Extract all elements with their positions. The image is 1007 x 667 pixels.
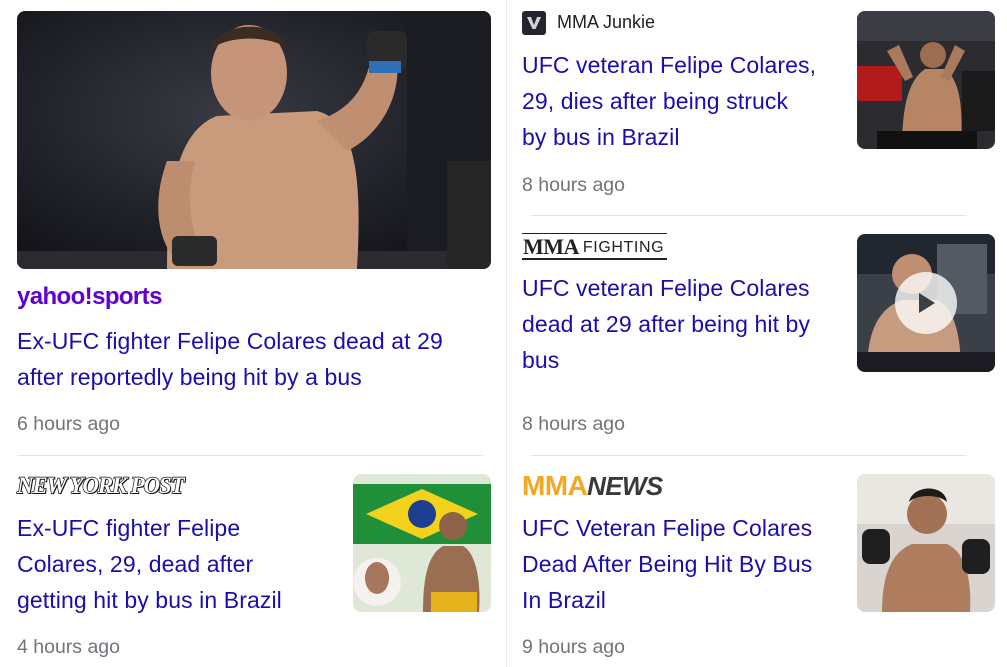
news-card-yahoo-sports[interactable]: yahoo!sports Ex-UFC fighter Felipe Colar…	[0, 0, 506, 455]
logo-text-mma: MMA	[523, 234, 579, 259]
play-button[interactable]	[895, 272, 957, 334]
source-logo-mma-news: MMANEWS	[522, 470, 663, 502]
source-name: MMA Junkie	[557, 12, 656, 32]
headline-line: Colares, 29, dead after	[17, 551, 254, 577]
play-icon	[919, 293, 935, 313]
article-thumbnail[interactable]	[353, 474, 491, 612]
logo-text-news: NEWS	[587, 471, 663, 501]
headline-line: after reportedly being hit by a bus	[17, 364, 362, 390]
article-image-fighter[interactable]	[17, 11, 491, 269]
source-logo-yahoo-sports: yahoo!sports	[17, 283, 162, 310]
headline-line: UFC Veteran Felipe Colares	[522, 515, 813, 541]
logo-text-mma: MMA	[522, 470, 588, 501]
headline[interactable]: UFC Veteran Felipe Colares Dead After Be…	[522, 510, 842, 618]
logo-text-fighting: FIGHTING	[582, 239, 665, 256]
timestamp: 8 hours ago	[522, 413, 625, 435]
headline-line: UFC veteran Felipe Colares	[522, 275, 810, 301]
timestamp: 6 hours ago	[17, 413, 120, 435]
headline[interactable]: Ex-UFC fighter Felipe Colares, 29, dead …	[17, 510, 337, 618]
source-logo-mma-fighting: MMA FIGHTING	[522, 233, 668, 260]
news-card-new-york-post[interactable]: NEW YORK POST Ex-UFC fighter Felipe Cola…	[0, 456, 506, 667]
timestamp: 4 hours ago	[17, 636, 120, 658]
card-divider	[531, 455, 967, 456]
timestamp: 9 hours ago	[522, 636, 625, 658]
source-logo-new-york-post: NEW YORK POST	[16, 472, 185, 498]
headline-line: Ex-UFC fighter Felipe Colares dead at 29	[17, 328, 443, 354]
mma-junkie-favicon	[522, 11, 546, 35]
article-thumbnail[interactable]	[857, 474, 995, 612]
headline[interactable]: UFC veteran Felipe Colares, 29, dies aft…	[522, 47, 842, 155]
card-divider	[531, 215, 967, 216]
headline-line: bus	[522, 347, 560, 373]
headline[interactable]: UFC veteran Felipe Colares dead at 29 af…	[522, 270, 842, 378]
headline-line: by bus in Brazil	[522, 124, 680, 150]
headline-line: dead at 29 after being hit by	[522, 311, 811, 337]
headline-line: In Brazil	[522, 587, 606, 613]
headline[interactable]: Ex-UFC fighter Felipe Colares dead at 29…	[17, 323, 497, 395]
timestamp: 8 hours ago	[522, 174, 625, 196]
headline-line: Dead After Being Hit By Bus	[522, 551, 813, 577]
headline-line: getting hit by bus in Brazil	[17, 587, 282, 613]
headline-line: Ex-UFC fighter Felipe	[17, 515, 241, 541]
headline-line: UFC veteran Felipe Colares,	[522, 52, 817, 78]
headline-line: 29, dies after being struck	[522, 88, 789, 114]
article-thumbnail[interactable]	[857, 11, 995, 149]
